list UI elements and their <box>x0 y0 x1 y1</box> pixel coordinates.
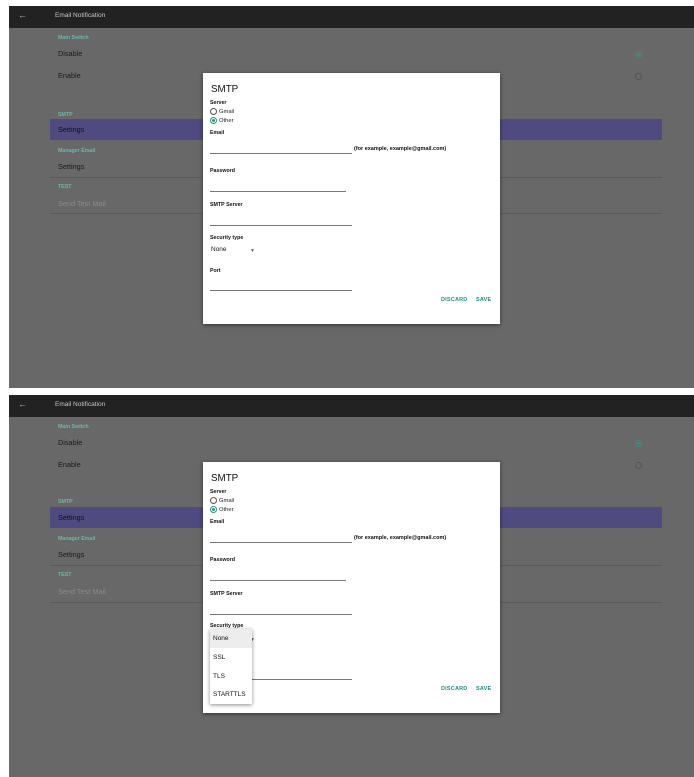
save-button[interactable]: SAVE <box>476 297 491 303</box>
main-switch-label: Main Switch <box>58 35 89 41</box>
dropdown-option-none[interactable]: None <box>210 629 252 648</box>
enable-radio[interactable] <box>635 73 642 80</box>
email-input[interactable] <box>210 153 352 154</box>
dropdown-arrow-icon[interactable]: ▼ <box>250 248 255 254</box>
send-test-mail-item[interactable]: Send Test Mail <box>58 587 106 596</box>
email-label: Email <box>210 519 225 525</box>
disable-radio[interactable] <box>635 440 642 447</box>
manager-settings-item[interactable]: Settings <box>58 550 84 559</box>
arrow-left-icon[interactable]: ← <box>18 10 27 20</box>
server-option-other[interactable]: Other <box>210 506 234 513</box>
smtp-section-label: SMTP <box>58 499 73 505</box>
discard-button[interactable]: DISCARD <box>441 297 467 303</box>
server-option-gmail[interactable]: Gmail <box>210 497 234 504</box>
gmail-radio[interactable] <box>210 108 217 115</box>
port-label: Port <box>210 268 221 274</box>
password-input[interactable] <box>210 580 346 581</box>
smtp-settings-label: Settings <box>58 513 85 522</box>
save-button[interactable]: SAVE <box>476 686 491 692</box>
disable-radio[interactable] <box>635 51 642 58</box>
smtp-server-label: SMTP Server <box>210 591 243 597</box>
top-bar: ← Email Notification <box>9 395 694 417</box>
option-disable[interactable]: Disable <box>58 49 82 58</box>
smtp-server-label: SMTP Server <box>210 202 243 208</box>
page-title: Email Notification <box>55 401 106 408</box>
password-label: Password <box>210 557 236 563</box>
email-hint: (for example, example@gmail.com) <box>354 146 447 152</box>
dialog-title: SMTP <box>211 84 239 95</box>
page-title: Email Notification <box>55 12 106 19</box>
security-type-label: Security type <box>210 235 244 241</box>
option-disable[interactable]: Disable <box>58 438 82 447</box>
manager-email-label: Manager Email <box>58 536 96 542</box>
test-section-label: TEST <box>58 572 72 578</box>
email-label: Email <box>210 130 225 136</box>
email-input[interactable] <box>210 542 352 543</box>
option-enable[interactable]: Enable <box>58 71 81 80</box>
manager-settings-item[interactable]: Settings <box>58 162 84 171</box>
security-type-select[interactable]: None <box>211 246 227 253</box>
main-switch-label: Main Switch <box>58 424 89 430</box>
top-bar: ← Email Notification <box>9 6 694 28</box>
discard-button[interactable]: DISCARD <box>441 686 467 692</box>
smtp-settings-label: Settings <box>58 125 85 134</box>
gmail-radio[interactable] <box>210 497 217 504</box>
screen-dialog-open: ← Email Notification Main Switch Disable… <box>9 6 694 388</box>
dropdown-option-starttls[interactable]: STARTTLS <box>210 685 252 704</box>
server-option-other[interactable]: Other <box>210 117 234 124</box>
smtp-dialog: SMTP Server Gmail Other Email (for examp… <box>203 462 500 713</box>
security-type-dropdown: None SSL TLS STARTTLS <box>210 629 252 704</box>
option-enable[interactable]: Enable <box>58 460 81 469</box>
server-label: Server <box>210 489 227 495</box>
other-radio[interactable] <box>210 506 217 513</box>
password-input[interactable] <box>210 191 346 192</box>
dropdown-option-ssl[interactable]: SSL <box>210 648 252 667</box>
server-label: Server <box>210 100 227 106</box>
smtp-server-input[interactable] <box>210 614 352 615</box>
enable-radio[interactable] <box>635 462 642 469</box>
email-hint: (for example, example@gmail.com) <box>354 535 447 541</box>
dropdown-option-tls[interactable]: TLS <box>210 667 252 686</box>
arrow-left-icon[interactable]: ← <box>18 399 27 409</box>
manager-email-label: Manager Email <box>58 148 96 154</box>
password-label: Password <box>210 168 236 174</box>
port-input[interactable] <box>210 290 352 291</box>
other-radio[interactable] <box>210 117 217 124</box>
server-option-gmail[interactable]: Gmail <box>210 108 234 115</box>
screen-dropdown-open: ← Email Notification Main Switch Disable… <box>9 395 694 777</box>
test-section-label: TEST <box>58 184 72 190</box>
dialog-title: SMTP <box>211 473 239 484</box>
smtp-dialog: SMTP Server Gmail Other Email (for examp… <box>203 73 500 324</box>
smtp-server-input[interactable] <box>210 225 352 226</box>
send-test-mail-item[interactable]: Send Test Mail <box>58 199 106 208</box>
smtp-section-label: SMTP <box>58 112 73 118</box>
